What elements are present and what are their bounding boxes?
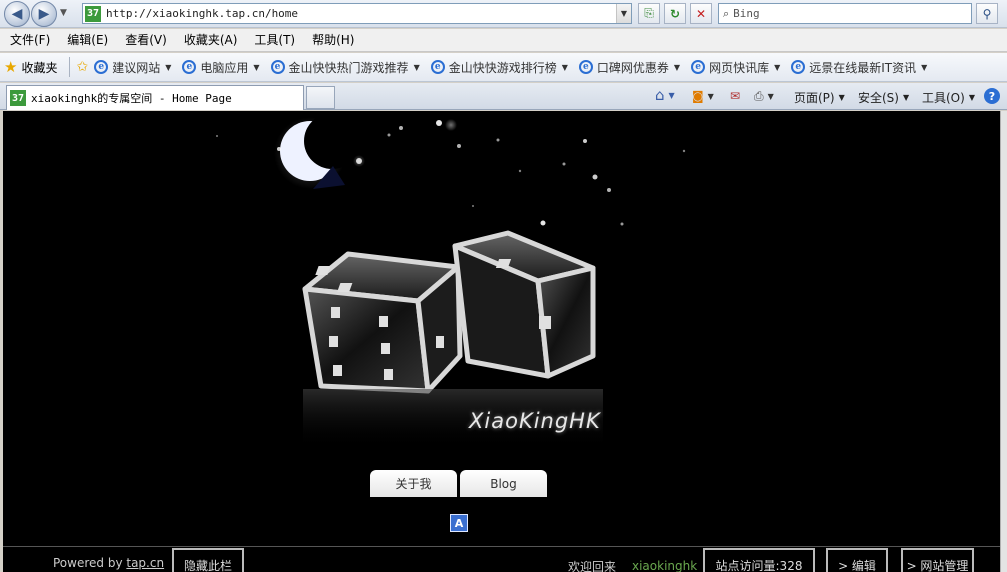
site-favicon-icon: 37 xyxy=(10,90,26,106)
mail-icon: ✉ xyxy=(730,89,741,103)
favorite-link-game-ranking[interactable]: e 金山快快游戏排行榜 ▼ xyxy=(430,59,568,76)
address-dropdown-icon[interactable]: ▼ xyxy=(616,4,631,23)
hide-bar-button[interactable]: 隐藏此栏 xyxy=(172,548,244,572)
chevron-down-icon: ▼ xyxy=(707,91,714,101)
chevron-down-icon: ▼ xyxy=(165,62,172,72)
favorite-link-pc-apps[interactable]: e 电脑应用 ▼ xyxy=(182,59,260,76)
tools-menu-button[interactable]: 工具(O) ▼ xyxy=(922,89,975,106)
printer-icon: ⎙ xyxy=(754,89,764,103)
favorites-button[interactable]: 收藏夹 xyxy=(21,59,57,76)
favorites-star-icon[interactable]: ★ xyxy=(4,58,17,76)
chevron-down-icon: ▼ xyxy=(253,62,260,72)
search-placeholder: Bing xyxy=(733,7,760,20)
vertical-scrollbar[interactable] xyxy=(1000,111,1007,572)
menu-favorites[interactable]: 收藏夹(A) xyxy=(178,29,244,52)
favorite-link-hot-games[interactable]: e 金山快快热门游戏推荐 ▼ xyxy=(270,59,420,76)
rss-icon: ◙ xyxy=(692,89,704,103)
favorite-link-it-news[interactable]: e 远景在线最新IT资讯 ▼ xyxy=(791,59,927,76)
feeds-button[interactable]: ◙ ▼ xyxy=(692,89,714,103)
ie-page-icon: e xyxy=(691,60,706,74)
search-icon[interactable]: ⚲ xyxy=(976,3,998,24)
menu-edit[interactable]: 编辑(E) xyxy=(61,29,114,52)
chevron-down-icon: ▼ xyxy=(921,62,928,72)
favorite-link-web-slices[interactable]: e 网页快讯库 ▼ xyxy=(691,59,780,76)
chevron-down-icon: ▼ xyxy=(673,62,681,72)
welcome-text: 欢迎回来 xyxy=(568,560,617,572)
help-icon[interactable]: ? xyxy=(984,88,1000,104)
ie-page-icon: e xyxy=(791,60,806,74)
safety-menu-button[interactable]: 安全(S) ▼ xyxy=(858,89,909,106)
home-button[interactable]: ⌂ ▼ xyxy=(655,86,675,104)
chevron-down-icon: ▼ xyxy=(968,93,975,102)
address-input[interactable]: http://xiaokinghk.tap.cn/home xyxy=(106,7,616,20)
print-button[interactable]: ⎙ ▼ xyxy=(754,89,774,104)
tapcn-link[interactable]: tap.cn xyxy=(126,556,164,570)
tab-bar: 37 xiaokinghk的专属空间 - Home Page ⌂ ▼ ◙ ▼ ✉ ⎙… xyxy=(0,83,1007,110)
visit-counter: 站点访问量:328 xyxy=(703,548,815,572)
menu-bar: 文件(F) 编辑(E) 查看(V) 收藏夹(A) 工具(T) 帮助(H) xyxy=(0,29,1007,52)
moon-icon xyxy=(274,113,360,189)
site-favicon-icon: 37 xyxy=(85,5,101,22)
tab-title: xiaokinghk的专属空间 - Home Page xyxy=(31,92,232,105)
divider xyxy=(69,57,71,77)
menu-help[interactable]: 帮助(H) xyxy=(306,29,360,52)
favorites-bar: ★ 收藏夹 ✩ e 建议网站 ▼ e 电脑应用 ▼ e 金山快快热门游戏推荐 ▼ e 金山快快… xyxy=(0,53,1007,82)
ie-page-icon: e xyxy=(430,60,445,74)
menu-tools[interactable]: 工具(T) xyxy=(248,29,301,52)
site-admin-button[interactable]: > 网站管理 xyxy=(901,548,974,572)
nav-about-me[interactable]: 关于我 xyxy=(370,470,457,497)
stop-icon[interactable]: ✕ xyxy=(690,3,712,24)
search-input[interactable]: ⌕ Bing xyxy=(718,3,972,24)
powered-by: Powered by tap.cn xyxy=(53,556,165,570)
arrow-right-icon: ▶ xyxy=(38,6,50,22)
address-bar[interactable]: 37 http://xiaokinghk.tap.cn/home ▼ xyxy=(82,3,632,24)
search-provider-icon: ⌕ xyxy=(723,6,730,20)
chevron-down-icon: ▼ xyxy=(561,62,568,72)
die-right-icon xyxy=(452,230,596,379)
tab-home-page[interactable]: 37 xiaokinghk的专属空间 - Home Page xyxy=(6,85,304,110)
ie-page-icon: e xyxy=(270,60,285,74)
page-content: XiaoKingHK 关于我 Blog A Powered by tap.cn … xyxy=(3,111,1000,572)
chevron-down-icon: ▼ xyxy=(838,93,845,102)
menu-view[interactable]: 查看(V) xyxy=(119,29,173,52)
page-menu-button[interactable]: 页面(P) ▼ xyxy=(794,89,845,106)
site-logo: XiaoKingHK xyxy=(469,409,601,433)
arrow-left-icon: ◀ xyxy=(11,6,23,22)
favorite-link-coupons[interactable]: e 口碑网优惠券 ▼ xyxy=(578,59,681,76)
menu-file[interactable]: 文件(F) xyxy=(4,29,56,52)
forward-button[interactable]: ▶ xyxy=(31,1,57,27)
read-mail-button[interactable]: ✉ xyxy=(730,89,740,103)
back-button[interactable]: ◀ xyxy=(4,1,30,27)
ie-page-icon: e xyxy=(94,60,109,74)
site-toolbar: Powered by tap.cn 隐藏此栏 欢迎回来 xiaokinghk 站… xyxy=(3,547,1000,572)
font-a-icon[interactable]: A xyxy=(450,514,468,532)
address-toolbar: ◀ ▶ ▼ 37 http://xiaokinghk.tap.cn/home ▼… xyxy=(0,0,1007,28)
nav-blog[interactable]: Blog xyxy=(460,470,547,497)
add-to-favorites-bar-icon[interactable]: ✩ xyxy=(76,59,88,75)
chevron-down-icon: ▼ xyxy=(668,90,675,100)
chevron-down-icon: ▼ xyxy=(413,62,420,72)
chevron-down-icon: ▼ xyxy=(767,92,774,101)
ie-page-icon: e xyxy=(182,60,197,74)
edit-button[interactable]: > 编辑 xyxy=(826,548,888,572)
username-link[interactable]: xiaokinghk xyxy=(632,559,697,572)
compatibility-view-icon[interactable]: ⎘ xyxy=(638,3,660,24)
chevron-down-icon: ▼ xyxy=(902,93,910,102)
refresh-icon[interactable]: ↻ xyxy=(664,3,686,24)
chevron-down-icon: ▼ xyxy=(774,62,781,72)
home-icon: ⌂ xyxy=(655,86,665,104)
favorite-link-suggested-sites[interactable]: e 建议网站 ▼ xyxy=(94,59,171,76)
new-tab-button[interactable] xyxy=(306,86,335,109)
ie-page-icon: e xyxy=(578,60,593,74)
recent-pages-dropdown-icon[interactable]: ▼ xyxy=(60,8,67,18)
